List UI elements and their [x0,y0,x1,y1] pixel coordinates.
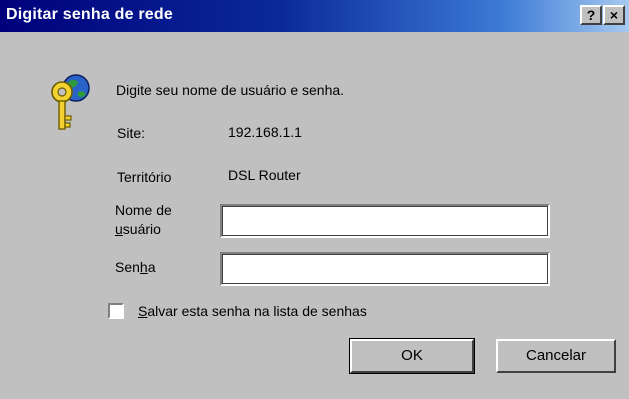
window-title: Digitar senha de rede [6,6,173,23]
save-password-label-rest: alvar esta senha na lista de senhas [147,303,367,319]
username-label-line1: Nome de [115,202,172,218]
password-label-pre: Sen [115,259,140,275]
save-password-checkbox[interactable] [108,303,124,319]
save-password-label: Salvar esta senha na lista de senhas [138,303,367,319]
username-input[interactable] [220,204,550,238]
site-label: Site: [117,125,146,141]
close-icon[interactable]: × [603,5,625,25]
password-input[interactable] [220,252,550,286]
instruction-text: Digite seu nome de usuário e senha. [116,82,345,98]
ok-button[interactable]: OK [349,338,475,374]
cancel-button[interactable]: Cancelar [496,339,616,373]
territory-value: DSL Router [228,167,301,183]
password-label-post: a [147,259,156,275]
password-label-accel: h [139,259,148,275]
territory-label: Território [117,169,172,185]
title-bar[interactable]: Digitar senha de rede ? × [0,0,629,32]
username-label-rest: suário [122,221,161,237]
help-icon[interactable]: ? [580,5,602,25]
save-password-accel: S [138,303,148,319]
password-label: Senha [115,259,156,275]
username-label-accel: u [115,221,123,237]
username-label: Nome de usuário [115,201,172,239]
key-icon [51,74,90,130]
network-password-dialog: Digitar senha de rede ? × Digite seu nom… [0,0,629,399]
site-value: 192.168.1.1 [228,124,302,140]
